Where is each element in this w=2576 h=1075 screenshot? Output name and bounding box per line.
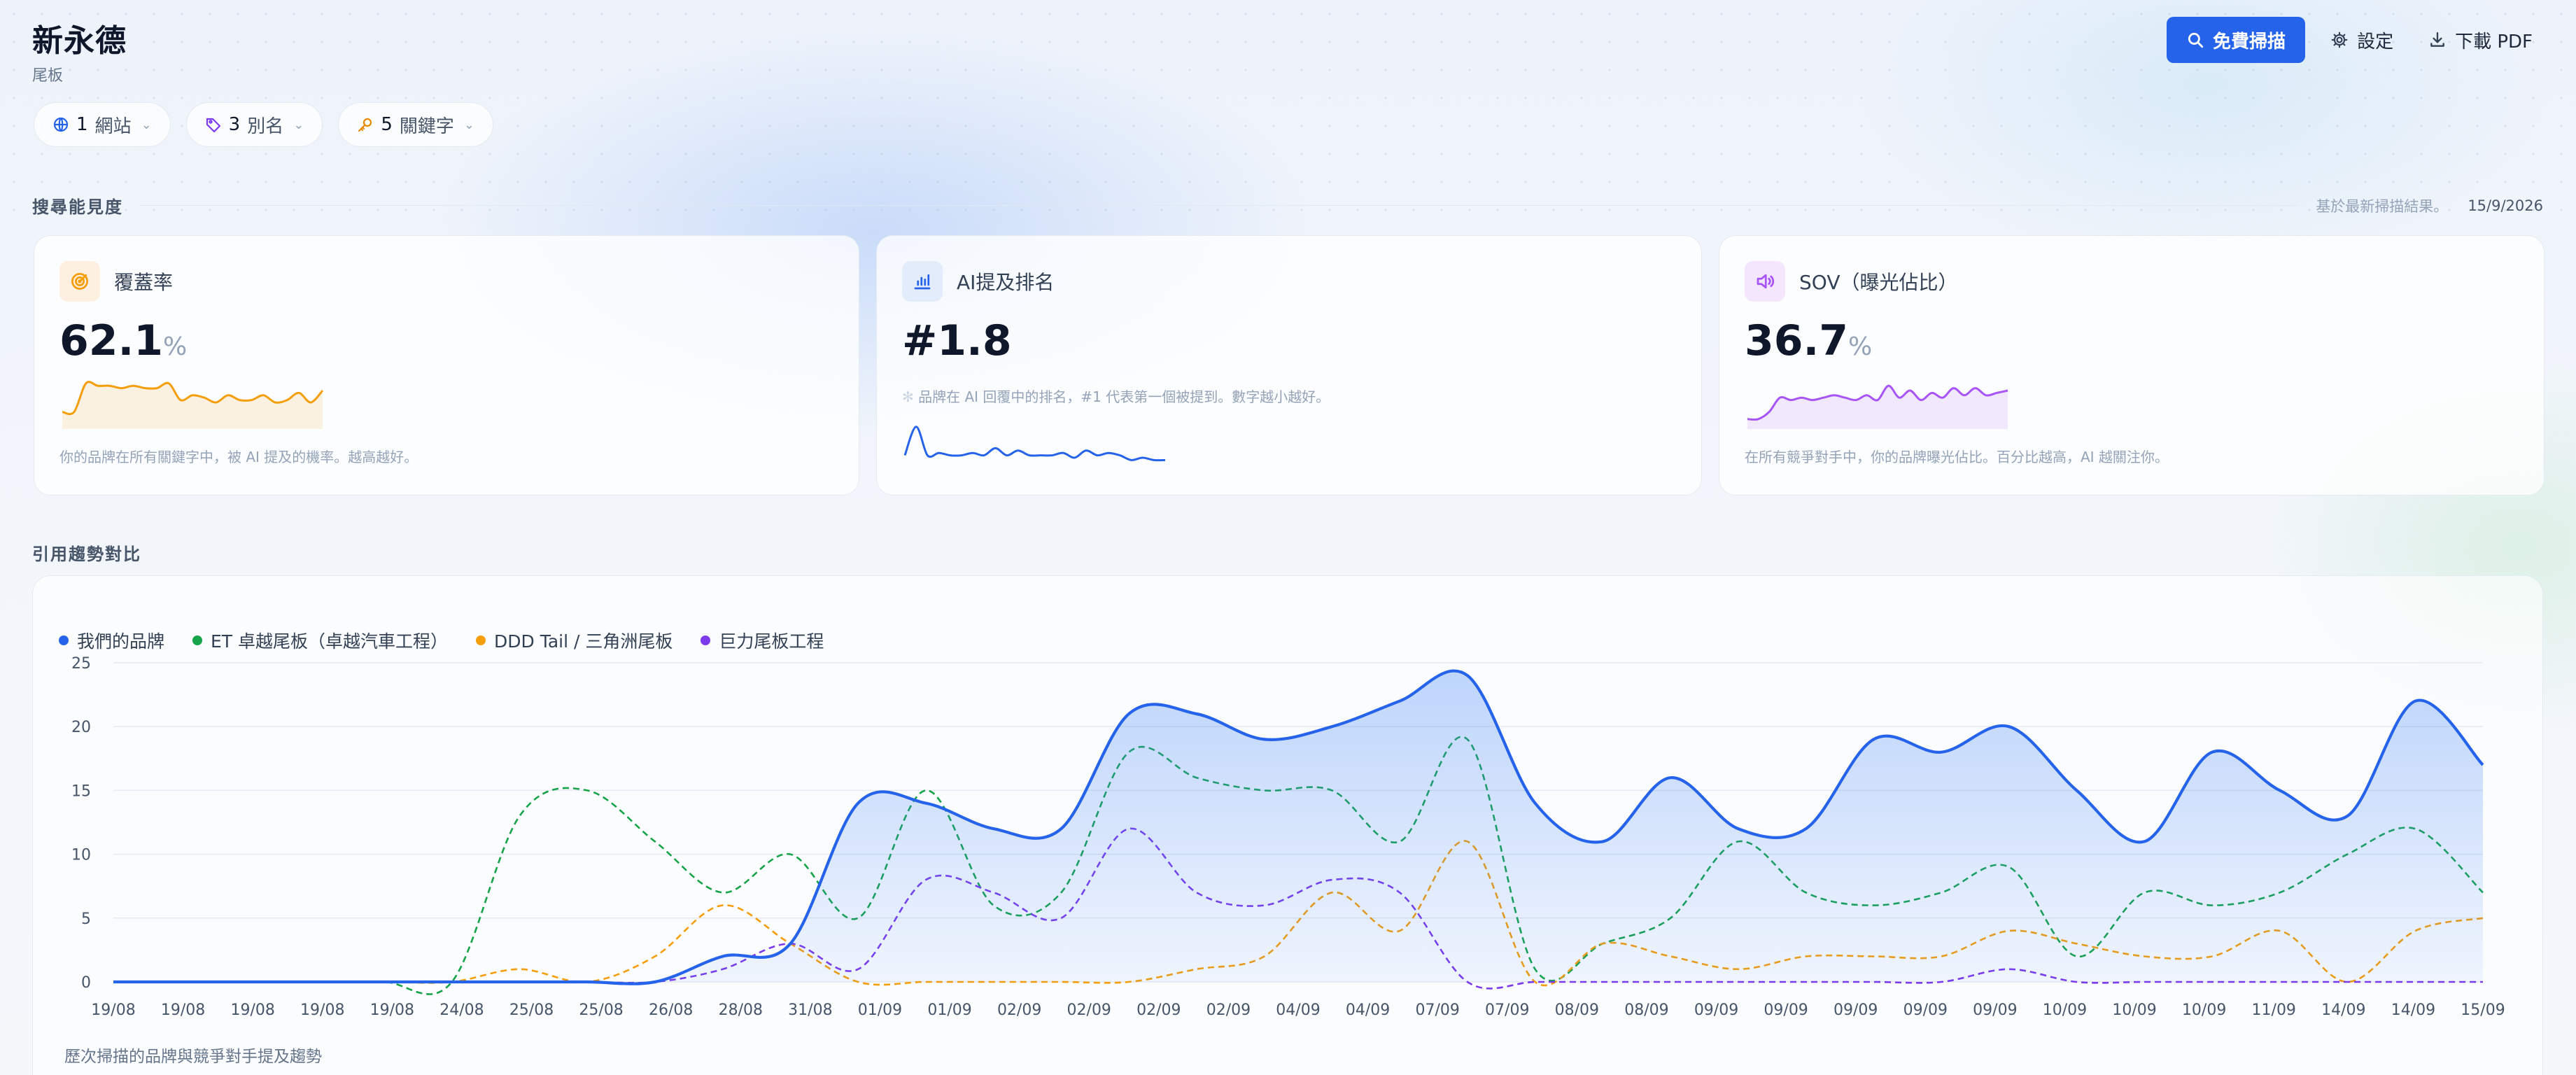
coverage-description: 你的品牌在所有關鍵字中，被 AI 提及的機率。越高越好。 — [59, 449, 418, 465]
coverage-card: 覆蓋率 62.1% 你的品牌在所有關鍵字中，被 AI 提及的機率。越高越好。 — [34, 235, 859, 496]
download-pdf-label: 下載 PDF — [2455, 31, 2533, 52]
ai-rank-description: ✻ 品牌在 AI 回覆中的排名，#1 代表第一個被提到。數字越小越好。 — [902, 386, 1330, 406]
chip-keywords-label: 關鍵字 — [399, 115, 454, 137]
visibility-section-title: 搜尋能見度 — [32, 197, 123, 217]
chevron-down-icon: ⌄ — [141, 117, 152, 132]
sov-unit: % — [1848, 332, 1873, 361]
chip-aliases[interactable]: 3 別名 ⌄ — [185, 102, 323, 147]
coverage-value: 62.1% — [59, 320, 833, 362]
coverage-unit: % — [163, 332, 188, 361]
legend-swatch — [476, 635, 486, 645]
sov-value: 36.7% — [1745, 320, 2519, 362]
settings-button[interactable]: 設定 — [2321, 17, 2403, 63]
bar-chart-icon — [902, 261, 943, 302]
search-icon — [2188, 32, 2204, 48]
sov-card: SOV（曝光佔比） 36.7% 在所有競爭對手中，你的品牌曝光佔比。百分比越高，… — [1719, 235, 2545, 496]
chevron-down-icon: ⌄ — [293, 117, 304, 132]
legend-swatch — [701, 635, 711, 645]
visibility-section-header: 搜尋能見度 基於最新掃描結果。 15/9/2026 — [32, 193, 2543, 218]
ai-rank-card: AI提及排名 #1.8 ✻ 品牌在 AI 回覆中的排名，#1 代表第一個被提到。… — [876, 235, 1702, 496]
filter-chips: 1 網站 ⌄ 3 別名 ⌄ 5 關鍵字 ⌄ — [34, 102, 493, 147]
legend-label: DDD Tail / 三角洲尾板 — [494, 631, 673, 652]
tag-icon — [206, 118, 220, 133]
legend-label: 巨力尾板工程 — [719, 631, 824, 652]
chip-aliases-count: 3 — [228, 114, 241, 135]
ai-rank-sparkline — [903, 426, 1166, 462]
page-title: 新永德 — [32, 23, 127, 59]
legend-item-et[interactable]: ET 卓越尾板（卓越汽車工程） — [192, 628, 448, 653]
visibility-note: 基於最新掃描結果。 — [2316, 197, 2449, 215]
gear-icon — [2331, 31, 2348, 48]
chevron-down-icon: ⌄ — [463, 117, 474, 132]
visibility-date: 15/9/2026 — [2468, 197, 2543, 214]
brand-header: 新永德 尾板 — [32, 15, 127, 85]
sov-description: 在所有競爭對手中，你的品牌曝光佔比。百分比越高，AI 越關注你。 — [1745, 449, 2169, 465]
sov-label: SOV（曝光佔比） — [1799, 271, 1958, 294]
sov-sparkline — [1747, 384, 2008, 429]
free-scan-label: 免費掃描 — [2213, 31, 2286, 52]
chip-keywords-count: 5 — [381, 114, 393, 135]
legend-swatch — [59, 635, 69, 645]
chart-footer-note: 歷次掃描的品牌與競爭對手提及趨勢 — [64, 1048, 322, 1066]
chip-websites-label: 網站 — [94, 115, 132, 137]
legend-item-brand[interactable]: 我們的品牌 — [59, 628, 164, 653]
chip-keywords[interactable]: 5 關鍵字 ⌄ — [338, 102, 493, 147]
download-pdf-button[interactable]: 下載 PDF — [2419, 17, 2542, 63]
coverage-label: 覆蓋率 — [114, 271, 174, 294]
globe-icon — [53, 117, 69, 132]
chip-aliases-label: 別名 — [247, 115, 284, 137]
trend-section-title: 引用趨勢對比 — [32, 544, 141, 564]
legend-label: 我們的品牌 — [77, 631, 165, 652]
coverage-sparkline — [62, 381, 324, 429]
legend-item-giant[interactable]: 巨力尾板工程 — [701, 628, 824, 653]
download-icon — [2430, 32, 2444, 47]
trend-section-header: 引用趨勢對比 — [32, 540, 2543, 565]
legend-label: ET 卓越尾板（卓越汽車工程） — [211, 631, 449, 652]
sov-number: 36.7 — [1745, 316, 1849, 365]
ai-rank-label: AI提及排名 — [957, 271, 1055, 294]
page-subtitle: 尾板 — [32, 67, 64, 85]
target-icon — [59, 261, 100, 302]
info-icon: ✻ — [902, 388, 919, 405]
legend-swatch — [192, 635, 203, 645]
header-actions: 免費掃描 設定 下載 PDF — [2167, 17, 2542, 63]
chip-websites-count: 1 — [76, 114, 88, 135]
chart-legend: 我們的品牌 ET 卓越尾板（卓越汽車工程） DDD Tail / 三角洲尾板 巨… — [59, 628, 824, 653]
speaker-icon — [1745, 261, 1785, 302]
ai-rank-value: #1.8 — [902, 316, 1012, 365]
free-scan-button[interactable]: 免費掃描 — [2167, 17, 2306, 63]
legend-item-ddd[interactable]: DDD Tail / 三角洲尾板 — [476, 628, 673, 653]
settings-label: 設定 — [2357, 31, 2394, 52]
chip-websites[interactable]: 1 網站 ⌄ — [34, 102, 171, 147]
ai-rank-description-text: 品牌在 AI 回覆中的排名，#1 代表第一個被提到。數字越小越好。 — [918, 388, 1330, 405]
coverage-number: 62.1 — [59, 316, 164, 365]
key-icon — [358, 118, 372, 132]
section-divider — [140, 205, 2300, 206]
